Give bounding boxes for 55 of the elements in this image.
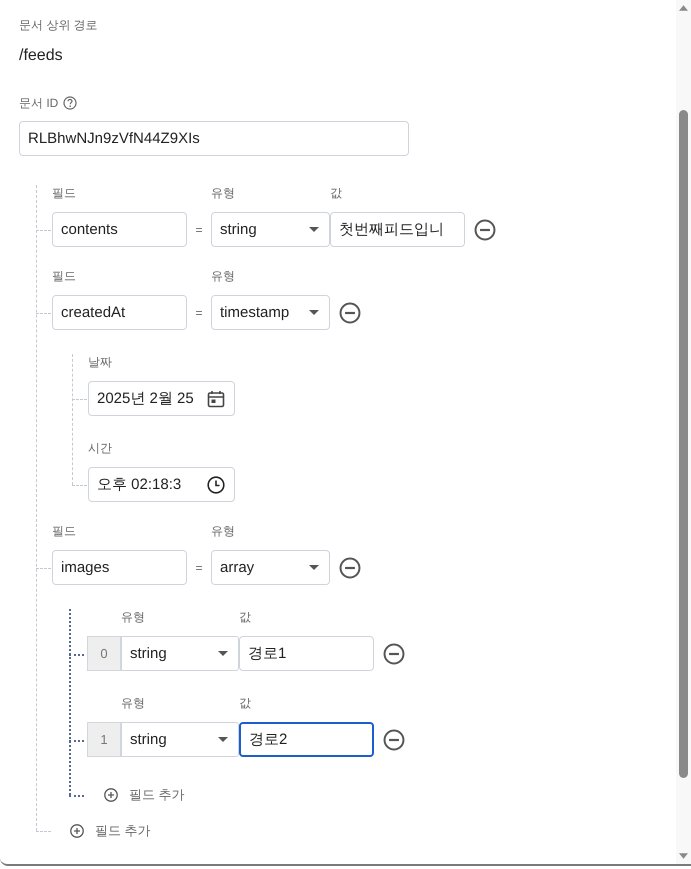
- value-input[interactable]: 경로2: [239, 722, 374, 757]
- help-icon[interactable]: [63, 96, 78, 110]
- field-label: 시간: [88, 440, 113, 456]
- type-select[interactable]: string: [121, 636, 239, 671]
- equals-sign: =: [194, 222, 204, 236]
- scroll-up-icon[interactable]: [679, 5, 688, 11]
- remove-icon[interactable]: [339, 302, 361, 324]
- index-label: 0: [87, 636, 121, 671]
- date-input[interactable]: 2025년 2월 25: [88, 381, 235, 416]
- field-label: 문서 상위 경로: [19, 17, 99, 33]
- caret-icon[interactable]: [309, 310, 319, 315]
- index-label: 1: [87, 722, 121, 757]
- field-name-input[interactable]: createdAt: [52, 295, 187, 330]
- field-name-input[interactable]: images: [52, 550, 187, 585]
- remove-icon[interactable]: [474, 218, 496, 240]
- type-select[interactable]: array: [211, 550, 330, 585]
- add-icon[interactable]: [104, 788, 118, 802]
- caret-icon[interactable]: [218, 651, 228, 656]
- add-field-button[interactable]: 필드 추가: [104, 786, 185, 804]
- document-id-field[interactable]: RLBhwNJn9zVfN44Z9XIs: [19, 121, 409, 156]
- field-label: 유형: [121, 695, 146, 711]
- field-label: 필드: [52, 268, 77, 284]
- remove-icon[interactable]: [383, 728, 405, 750]
- field-label: 값: [239, 609, 251, 625]
- field-label: 값: [330, 185, 342, 201]
- field-name-input[interactable]: contents: [52, 212, 187, 247]
- equals-sign: =: [194, 306, 204, 320]
- calendar-icon[interactable]: [207, 390, 225, 408]
- value-input[interactable]: 첫번째피드입니: [330, 212, 465, 247]
- remove-icon[interactable]: [383, 642, 405, 664]
- remove-icon[interactable]: [339, 556, 361, 578]
- equals-sign: =: [194, 560, 204, 574]
- add-field-button[interactable]: 필드 추가: [70, 822, 151, 840]
- scrollbar-thumb[interactable]: [679, 110, 688, 778]
- field-label: 날짜: [88, 354, 113, 370]
- time-input[interactable]: 오후 02:18:3: [88, 467, 235, 502]
- clock-icon[interactable]: [207, 476, 225, 494]
- field-label: 유형: [211, 185, 236, 201]
- add-icon[interactable]: [70, 824, 84, 838]
- caret-icon[interactable]: [218, 737, 228, 742]
- path-text: /feeds: [19, 47, 64, 65]
- field-label: 유형: [121, 609, 146, 625]
- field-label: 유형: [211, 268, 236, 284]
- value-input[interactable]: 경로1: [239, 636, 374, 671]
- type-select[interactable]: timestamp: [211, 295, 330, 330]
- field-label: 값: [239, 695, 251, 711]
- field-label: 필드: [52, 185, 77, 201]
- type-select[interactable]: string: [121, 722, 239, 757]
- field-label: 문서 ID: [19, 95, 58, 111]
- scroll-down-icon[interactable]: [679, 853, 688, 859]
- caret-icon[interactable]: [309, 227, 319, 232]
- field-label: 필드: [52, 523, 77, 539]
- type-select[interactable]: string: [211, 212, 330, 247]
- caret-icon[interactable]: [309, 565, 319, 570]
- field-label: 유형: [211, 523, 236, 539]
